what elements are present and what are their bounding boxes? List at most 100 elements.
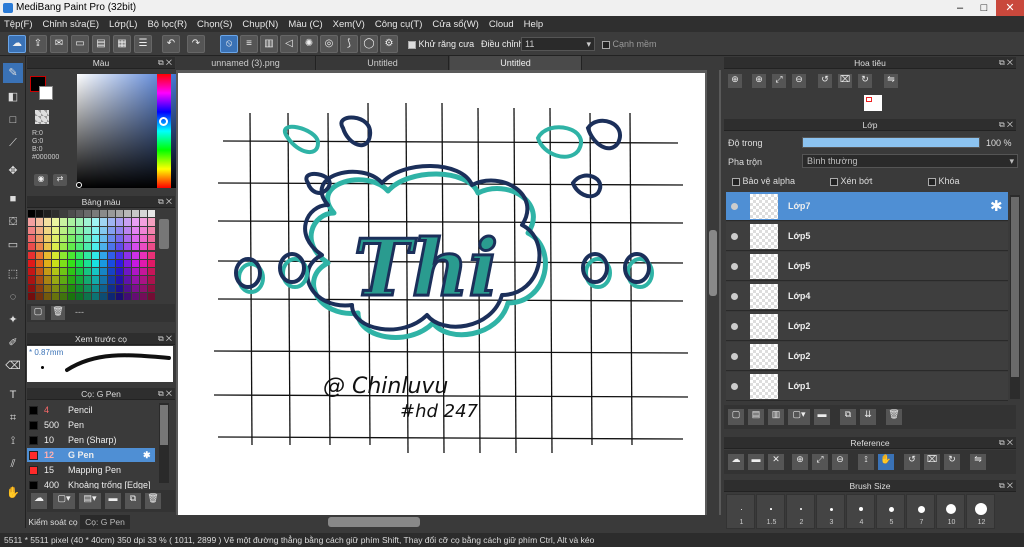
palette-swatch[interactable]	[76, 276, 83, 284]
lock-option[interactable]: Khóa	[928, 176, 960, 186]
gear-icon[interactable]: ✱	[143, 448, 151, 462]
palette-swatch[interactable]	[116, 243, 123, 251]
add-brush-icon[interactable]: ▢▾	[53, 493, 75, 509]
vscroll-thumb[interactable]	[709, 230, 717, 296]
palette-swatch[interactable]	[132, 210, 139, 218]
palette-swatch[interactable]	[108, 276, 115, 284]
swatch-grid[interactable]	[28, 210, 156, 302]
palette-swatch[interactable]	[60, 268, 67, 276]
palette-swatch[interactable]	[44, 210, 51, 218]
close-button[interactable]: ✕	[996, 0, 1024, 16]
palette-swatch[interactable]	[124, 284, 131, 292]
palette-swatch[interactable]	[140, 243, 147, 251]
palette-swatch[interactable]	[108, 259, 115, 268]
palette-swatch[interactable]	[100, 226, 107, 234]
palette-swatch[interactable]	[92, 210, 99, 218]
palette-swatch[interactable]	[132, 251, 139, 259]
palette-swatch[interactable]	[84, 218, 91, 226]
palette-swatch[interactable]	[140, 251, 147, 259]
palette-swatch[interactable]	[116, 259, 123, 268]
merge-down-icon[interactable]: ⇊	[860, 409, 876, 425]
hand-tool-icon[interactable]: ✋	[3, 483, 23, 503]
new-8bit-layer-icon[interactable]: ▥	[768, 409, 784, 425]
layer-row[interactable]: Lớp5	[726, 222, 1008, 251]
palette-swatch[interactable]	[52, 268, 59, 276]
palette-swatch[interactable]	[116, 293, 123, 301]
protect-alpha-checkbox[interactable]	[732, 177, 740, 186]
menu-file[interactable]: Tệp(F)	[4, 19, 33, 30]
palette-swatch[interactable]	[100, 276, 107, 284]
eraser-tool-icon[interactable]: ◧	[3, 87, 23, 107]
layers-scrollbar[interactable]	[1010, 195, 1020, 399]
add-layer-menu-icon[interactable]: ▢▾	[788, 409, 810, 425]
cloud-brush-icon[interactable]: ☁	[31, 493, 47, 509]
palette-swatch[interactable]	[140, 293, 147, 301]
palette-swatch[interactable]	[44, 293, 51, 301]
palette-swatch[interactable]	[140, 226, 147, 234]
palette-swatch[interactable]	[36, 251, 43, 259]
palette-swatch[interactable]	[100, 218, 107, 226]
eye-icon[interactable]	[731, 263, 738, 270]
close-icon[interactable]: ⧉ ✕	[158, 196, 172, 208]
palette-swatch[interactable]	[28, 259, 35, 268]
select-rect-icon[interactable]: ⬚	[3, 264, 23, 284]
rotate-left-icon[interactable]: ↺	[818, 74, 832, 88]
palette-swatch[interactable]	[100, 251, 107, 259]
palette-swatch[interactable]	[108, 226, 115, 234]
palette-swatch[interactable]	[132, 234, 139, 243]
brush-size-cell[interactable]: 10	[936, 494, 965, 529]
palette-swatch[interactable]	[52, 293, 59, 301]
palette-swatch[interactable]	[108, 284, 115, 292]
new-halftone-layer-icon[interactable]: ▤	[748, 409, 764, 425]
palette-swatch[interactable]	[52, 218, 59, 226]
palette-swatch[interactable]	[28, 210, 35, 218]
palette-swatch[interactable]	[44, 284, 51, 292]
menu-window[interactable]: Cửa sổ(W)	[432, 19, 478, 30]
hscroll-thumb[interactable]	[328, 517, 420, 527]
cloud-icon[interactable]: ☁	[728, 454, 744, 470]
palette-swatch[interactable]	[76, 259, 83, 268]
brush-item[interactable]: 4 Pencil	[27, 403, 155, 417]
palette-swatch[interactable]	[36, 268, 43, 276]
palette-swatch[interactable]	[148, 234, 155, 243]
blend-select[interactable]: Bình thường ▾	[802, 154, 1018, 168]
eye-icon[interactable]	[731, 383, 738, 390]
palette-swatch[interactable]	[44, 268, 51, 276]
eyedropper-icon[interactable]: ⟟	[3, 431, 23, 451]
palette-swatch[interactable]	[108, 268, 115, 276]
palette-swatch[interactable]	[124, 293, 131, 301]
brush-item[interactable]: 15 Mapping Pen	[27, 463, 155, 477]
palette-swatch[interactable]	[60, 284, 67, 292]
palette-swatch[interactable]	[132, 293, 139, 301]
palette-swatch[interactable]	[44, 234, 51, 243]
zoom-icon[interactable]: ⊕	[728, 74, 742, 88]
reset-view-icon[interactable]: ⌧	[924, 454, 940, 470]
palette-swatch[interactable]	[140, 210, 147, 218]
palette-swatch[interactable]	[100, 234, 107, 243]
palette-swatch[interactable]	[36, 226, 43, 234]
palette-swatch[interactable]	[124, 226, 131, 234]
palette-swatch[interactable]	[140, 268, 147, 276]
menu-layer[interactable]: Lớp(L)	[109, 19, 137, 30]
eye-icon[interactable]	[731, 233, 738, 240]
tab-untitled-2[interactable]: Untitled	[450, 56, 582, 70]
palette-swatch[interactable]	[100, 293, 107, 301]
antialias-checkbox[interactable]	[408, 40, 416, 49]
ruler-off-icon[interactable]: ⦸	[220, 35, 238, 53]
palette-swatch[interactable]	[60, 259, 67, 268]
palette-swatch[interactable]	[140, 284, 147, 292]
palette-swatch[interactable]	[28, 284, 35, 292]
palette-swatch[interactable]	[68, 234, 75, 243]
antialias-option[interactable]: Khử răng cưa	[408, 39, 474, 49]
palette-swatch[interactable]	[116, 284, 123, 292]
sv-cursor[interactable]	[76, 182, 82, 188]
palette-swatch[interactable]	[108, 218, 115, 226]
palette-swatch[interactable]	[108, 210, 115, 218]
protect-alpha-option[interactable]: Bảo vệ alpha	[732, 176, 795, 186]
close-reference-icon[interactable]: ✕	[768, 454, 784, 470]
folder-icon[interactable]: ▬	[814, 409, 830, 425]
palette-swatch[interactable]	[60, 226, 67, 234]
palette-swatch[interactable]	[36, 218, 43, 226]
circle-ruler-icon[interactable]: ◎	[320, 35, 338, 53]
palette-swatch[interactable]	[148, 259, 155, 268]
